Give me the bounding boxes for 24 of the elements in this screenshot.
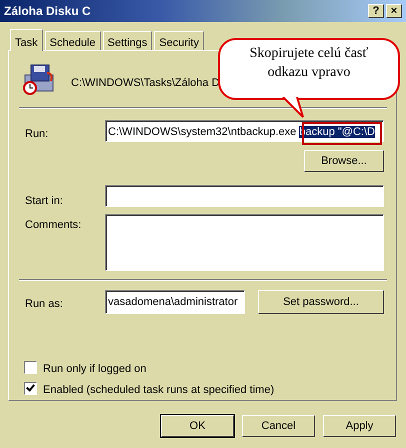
field-label: Comments:	[25, 218, 82, 233]
start-in-field[interactable]	[105, 185, 384, 207]
browse-button[interactable]: Browse...	[304, 150, 384, 172]
dialog-button[interactable]: OK	[161, 415, 234, 437]
help-button[interactable]: ?	[368, 4, 384, 18]
checkbox-label: Enabled (scheduled task runs at specified time)	[43, 383, 274, 398]
set-password-button[interactable]: Set password...	[258, 290, 384, 314]
field-label: Run:	[25, 127, 48, 142]
tab[interactable]: Task	[10, 29, 43, 51]
run-as-field[interactable]: vasadomena\administrator	[105, 290, 245, 314]
comments-field[interactable]	[105, 214, 384, 271]
window-title: Záloha Disku C	[4, 3, 92, 20]
field-label: Start in:	[25, 194, 63, 209]
tab[interactable]: Schedule	[44, 31, 100, 50]
dialog-button[interactable]: Cancel	[242, 415, 315, 437]
close-button[interactable]: ×	[386, 4, 402, 18]
field-label: Run as:	[25, 297, 63, 312]
callout-bubble: Skopirujete celú časť odkazu vpravo	[218, 38, 400, 100]
checkbox[interactable]	[24, 361, 37, 374]
checkbox-label: Run only if logged on	[43, 362, 146, 377]
tab[interactable]: Security	[154, 31, 204, 50]
checkbox[interactable]	[24, 382, 37, 395]
tab[interactable]: Settings	[102, 31, 152, 50]
dialog-button[interactable]: Apply	[323, 415, 396, 437]
